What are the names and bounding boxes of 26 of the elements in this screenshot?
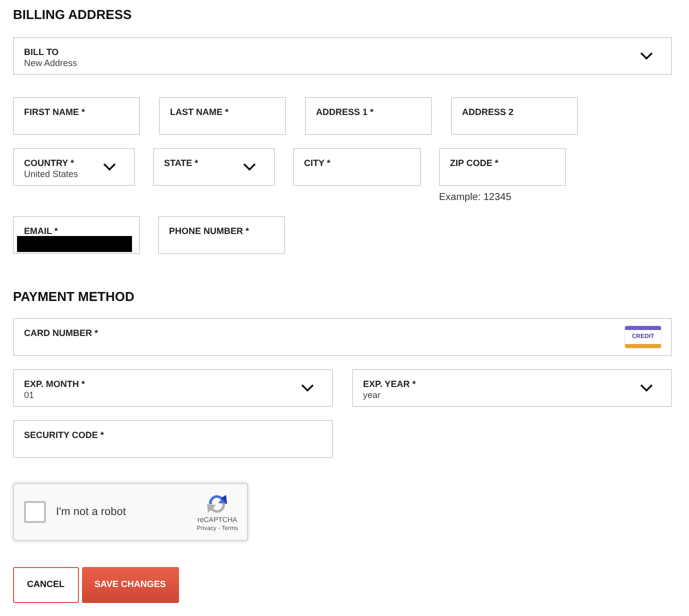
chevron-down-icon [640,52,653,60]
input-field[interactable]: ZIP CODE * [439,148,566,186]
section-title: BILLING ADDRESS [13,6,133,24]
input-field[interactable]: LAST NAME * [159,96,286,134]
input-field[interactable]: ADDRESS 1 * [305,96,432,134]
chevron-down-icon [243,162,256,170]
checkbox[interactable] [24,501,46,523]
save-button[interactable]: SAVE CHANGES [82,567,179,603]
select-field[interactable]: COUNTRY * United States [13,148,135,186]
input-field[interactable]: SECURITY CODE * [13,420,333,458]
select-field[interactable]: EXP. YEAR * year [352,369,672,407]
select-field[interactable]: EXP. MONTH * 01 [13,369,333,407]
checkbox-label: I'm not a robot [56,504,127,520]
section-title: PAYMENT METHOD [13,288,136,306]
input-field[interactable]: EMAIL * [13,216,140,254]
select-field[interactable]: STATE * [153,148,275,186]
hint-text: Example: 12345 [439,190,512,204]
select-field[interactable]: BILL TO New Address [13,36,672,74]
input-field[interactable]: CITY * [293,148,421,186]
input-field[interactable]: ADDRESS 2 [451,96,578,134]
chevron-down-icon [640,384,653,392]
input-field[interactable]: FIRST NAME * [13,96,140,134]
cancel-button[interactable]: CANCEL [13,567,78,603]
chevron-down-icon [103,162,116,170]
input-field[interactable]: PHONE NUMBER * [158,216,285,254]
chevron-down-icon [301,384,314,392]
